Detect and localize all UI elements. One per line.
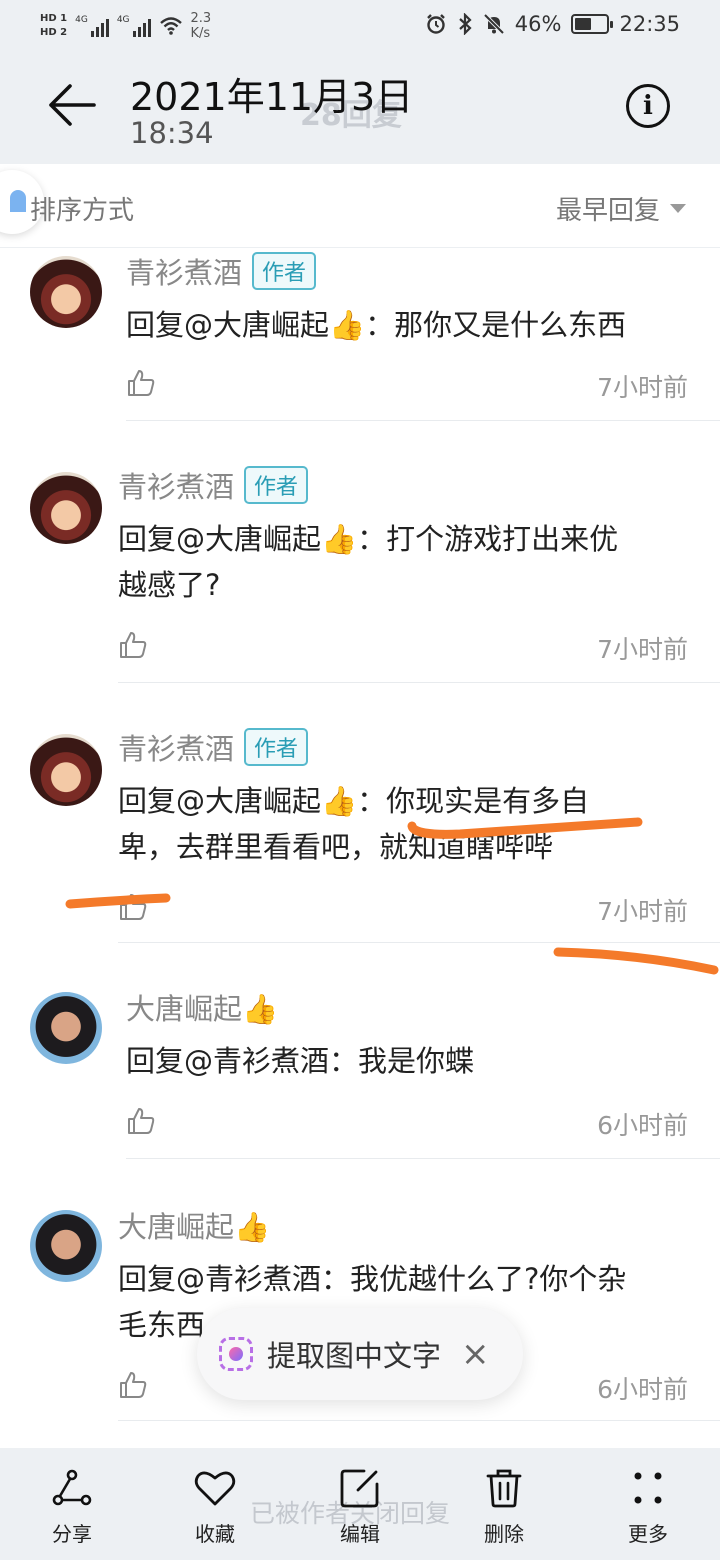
- more-button[interactable]: 更多: [603, 1466, 693, 1547]
- extract-text-toast[interactable]: 提取图中文字 ×: [197, 1308, 523, 1400]
- content-line-1: 回复@青衫煮酒：我是你蝶: [126, 1044, 475, 1078]
- reply-content[interactable]: 回复@青衫煮酒：我是你蝶: [126, 1038, 474, 1084]
- marker-stroke: [553, 947, 719, 975]
- reply-content[interactable]: 回复@大唐崛起👍：那你又是什么东西: [126, 302, 626, 348]
- network-label-2: 4G: [116, 15, 130, 25]
- speed-unit: K/s: [190, 26, 211, 41]
- battery-icon: [571, 14, 614, 34]
- avatar[interactable]: [30, 256, 102, 328]
- status-right: 46% 22:35: [425, 12, 680, 36]
- divider: [126, 1158, 720, 1159]
- like-icon[interactable]: [118, 630, 148, 660]
- wifi-icon: [159, 17, 182, 35]
- page-title: 2021年11月3日: [130, 75, 414, 119]
- like-icon[interactable]: [118, 1370, 148, 1400]
- like-icon[interactable]: [126, 368, 156, 398]
- tab-label: 删除: [484, 1522, 524, 1546]
- mute-icon: [483, 13, 505, 35]
- divider: [118, 682, 720, 683]
- speed-value: 2.3: [190, 11, 212, 26]
- network-speed: 2.3 K/s: [191, 11, 212, 41]
- favorite-button[interactable]: 收藏: [170, 1466, 260, 1547]
- tab-label: 更多: [628, 1522, 668, 1546]
- avatar[interactable]: [30, 472, 102, 544]
- author-badge: 作者: [244, 466, 309, 504]
- reply-time: 7小时前: [597, 373, 688, 402]
- clock: 22:35: [619, 12, 680, 36]
- page-subtitle: 18:34: [130, 116, 214, 150]
- delete-button[interactable]: 删除: [459, 1466, 549, 1547]
- network-label-1: 4G: [75, 15, 88, 25]
- author-badge: 作者: [244, 728, 309, 766]
- trash-icon: [486, 1469, 522, 1508]
- sim-indicators: HD 1 HD 2: [40, 13, 67, 39]
- heart-icon: [194, 1471, 236, 1506]
- reply-content[interactable]: 回复@大唐崛起👍：打个游戏打出来优 越感了?: [118, 516, 618, 608]
- back-arrow-icon[interactable]: [46, 82, 98, 128]
- sim2-label: HD 2: [40, 27, 68, 38]
- reply-author[interactable]: 大唐崛起👍: [118, 1204, 270, 1246]
- marker-stroke: [65, 893, 171, 909]
- author-name: 大唐崛起👍: [126, 992, 279, 1026]
- author-name: 青衫煮酒: [118, 732, 235, 766]
- edit-icon: [340, 1469, 379, 1508]
- avatar[interactable]: [30, 992, 102, 1064]
- tab-label: 收藏: [195, 1522, 235, 1546]
- bluetooth-icon: [459, 13, 472, 35]
- sort-dropdown[interactable]: 最早回复: [556, 190, 686, 227]
- more-dots-icon: [634, 1472, 662, 1504]
- avatar[interactable]: [30, 1210, 102, 1282]
- share-button[interactable]: 分享: [27, 1466, 117, 1547]
- signal-icon: 4G: [75, 15, 109, 37]
- caret-down-icon: [670, 204, 686, 213]
- status-bar: HD 1 HD 2 4G 4G 2.3 K/s 46% 22:35: [0, 0, 720, 52]
- author-name: 青衫煮酒: [126, 256, 243, 290]
- reply-time: 6小时前: [597, 1375, 688, 1404]
- tab-label: 分享: [52, 1522, 92, 1546]
- sort-label: 排序方式: [30, 196, 135, 226]
- battery-percent: 46%: [514, 12, 562, 36]
- toast-text: 提取图中文字: [267, 1339, 442, 1373]
- reply-author[interactable]: 青衫煮酒 作者: [118, 464, 309, 506]
- like-icon[interactable]: [126, 1106, 156, 1136]
- reply-author[interactable]: 青衫煮酒 作者: [118, 726, 309, 768]
- reply-time: 6小时前: [597, 1111, 688, 1140]
- divider: [118, 1420, 720, 1421]
- alarm-icon: [426, 14, 445, 34]
- reply-item: 大唐崛起👍 回复@青衫煮酒：我是你蝶 6小时前: [0, 982, 720, 1160]
- text-scan-icon: [219, 1337, 253, 1371]
- share-icon: [52, 1469, 92, 1506]
- content-line-1: 回复@青衫煮酒：我优越什么了?你个杂: [118, 1262, 627, 1296]
- reply-time: 7小时前: [597, 635, 688, 664]
- reply-time: 7小时前: [597, 897, 688, 926]
- marker-stroke: [407, 817, 643, 839]
- info-icon[interactable]: i: [626, 84, 670, 128]
- author-name: 大唐崛起👍: [118, 1210, 271, 1244]
- content-line-1: 回复@大唐崛起👍：那你又是什么东西: [126, 308, 627, 342]
- content-line-2: 越感了?: [118, 568, 221, 602]
- bottom-toolbar: 已被作者关闭回复 分享 收藏 编辑 删除 更多: [0, 1448, 720, 1560]
- signal-icon-2: 4G: [117, 15, 151, 37]
- sort-bar: 排序方式 最早回复: [0, 164, 720, 248]
- avatar[interactable]: [30, 734, 102, 806]
- author-name: 青衫煮酒: [118, 470, 235, 504]
- divider: [126, 420, 720, 421]
- edit-button[interactable]: 编辑: [315, 1466, 405, 1547]
- reply-author[interactable]: 青衫煮酒 作者: [126, 250, 317, 292]
- reply-item: 青衫煮酒 作者 回复@大唐崛起👍：打个游戏打出来优 越感了? 7小时前: [0, 462, 720, 684]
- author-badge: 作者: [252, 252, 317, 290]
- reply-item: 青衫煮酒 作者 回复@大唐崛起👍：那你又是什么东西 7小时前: [0, 248, 720, 422]
- reply-author[interactable]: 大唐崛起👍: [126, 986, 278, 1028]
- tab-label: 编辑: [340, 1522, 380, 1546]
- sort-value: 最早回复: [555, 196, 660, 226]
- page-header: 28回复 2021年11月3日 18:34 i: [0, 52, 720, 164]
- content-line-1: 回复@大唐崛起👍：打个游戏打出来优: [118, 522, 619, 556]
- sim1-label: HD 1: [40, 13, 68, 24]
- close-icon[interactable]: ×: [461, 1337, 490, 1371]
- status-left: HD 1 HD 2 4G 4G 2.3 K/s: [40, 6, 211, 46]
